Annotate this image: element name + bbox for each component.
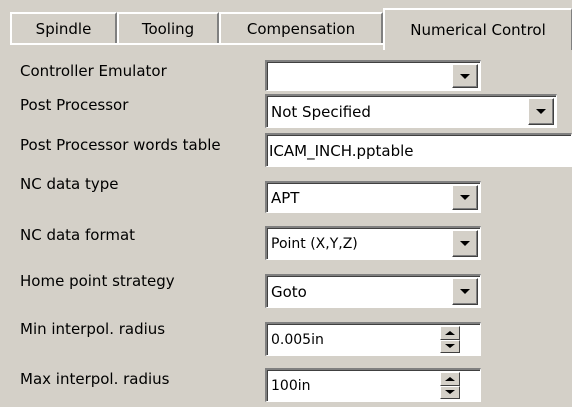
- spin-down-icon: [445, 344, 455, 349]
- controller-emulator-combo[interactable]: [265, 60, 481, 91]
- tab-compensation[interactable]: Compensation: [219, 12, 383, 44]
- min-interpol-radius-field[interactable]: 0.005in: [265, 322, 481, 356]
- spin-up-icon: [445, 376, 455, 381]
- nc-data-type-combo[interactable]: APT: [265, 181, 481, 213]
- nc-data-format-dropdown-button[interactable]: [452, 230, 478, 257]
- nc-data-format-label: NC data format: [20, 226, 136, 244]
- nc-data-type-dropdown-button[interactable]: [452, 185, 478, 210]
- post-processor-combo[interactable]: Not Specified: [265, 94, 557, 128]
- min-interpol-radius-label: Min interpol. radius: [20, 320, 166, 338]
- spin-up-button[interactable]: [440, 326, 460, 340]
- controller-emulator-dropdown-button[interactable]: [452, 64, 478, 88]
- nc-data-format-value: Point (X,Y,Z): [271, 235, 358, 252]
- tab-tooling[interactable]: Tooling: [117, 12, 219, 44]
- nc-data-type-value: APT: [271, 188, 300, 207]
- spin-up-icon: [445, 330, 455, 335]
- max-interpol-radius-label: Max interpol. radius: [20, 370, 170, 388]
- nc-data-type-label: NC data type: [20, 175, 119, 193]
- tab-label: Spindle: [35, 20, 92, 38]
- tab-numerical-control[interactable]: Numerical Control: [383, 8, 572, 50]
- home-point-strategy-combo[interactable]: Goto: [265, 274, 481, 308]
- tab-spindle[interactable]: Spindle: [10, 12, 117, 44]
- tab-label: Tooling: [141, 20, 195, 38]
- max-interpol-radius-value: 100in: [271, 377, 311, 394]
- nc-data-format-combo[interactable]: Point (X,Y,Z): [265, 226, 481, 260]
- chevron-down-icon: [460, 289, 470, 294]
- spin-down-button[interactable]: [440, 385, 460, 399]
- chevron-down-icon: [460, 73, 470, 79]
- tab-bar: Spindle Tooling Compensation Numerical C…: [10, 8, 572, 50]
- post-processor-words-table-value: ICAM_INCH.pptable: [269, 141, 414, 160]
- post-processor-words-table-field[interactable]: ICAM_INCH.pptable: [265, 133, 572, 167]
- chevron-down-icon: [536, 109, 546, 114]
- post-processor-words-table-label: Post Processor words table: [20, 136, 221, 154]
- max-interpol-radius-field[interactable]: 100in: [265, 368, 481, 402]
- tab-label: Numerical Control: [410, 21, 546, 39]
- home-point-strategy-dropdown-button[interactable]: [452, 278, 478, 305]
- spin-down-icon: [445, 390, 455, 395]
- max-interpol-radius-spinner[interactable]: [440, 372, 460, 399]
- min-interpol-radius-spinner[interactable]: [440, 326, 460, 353]
- spin-up-button[interactable]: [440, 372, 460, 386]
- controller-emulator-label: Controller Emulator: [20, 62, 167, 80]
- min-interpol-radius-value: 0.005in: [271, 331, 324, 348]
- home-point-strategy-label: Home point strategy: [20, 272, 175, 290]
- post-processor-dropdown-button[interactable]: [528, 98, 554, 125]
- chevron-down-icon: [460, 195, 470, 200]
- spin-down-button[interactable]: [440, 339, 460, 353]
- post-processor-label: Post Processor: [20, 96, 129, 114]
- chevron-down-icon: [460, 241, 470, 246]
- home-point-strategy-value: Goto: [271, 282, 307, 301]
- tab-label: Compensation: [246, 20, 356, 38]
- post-processor-value: Not Specified: [271, 102, 371, 121]
